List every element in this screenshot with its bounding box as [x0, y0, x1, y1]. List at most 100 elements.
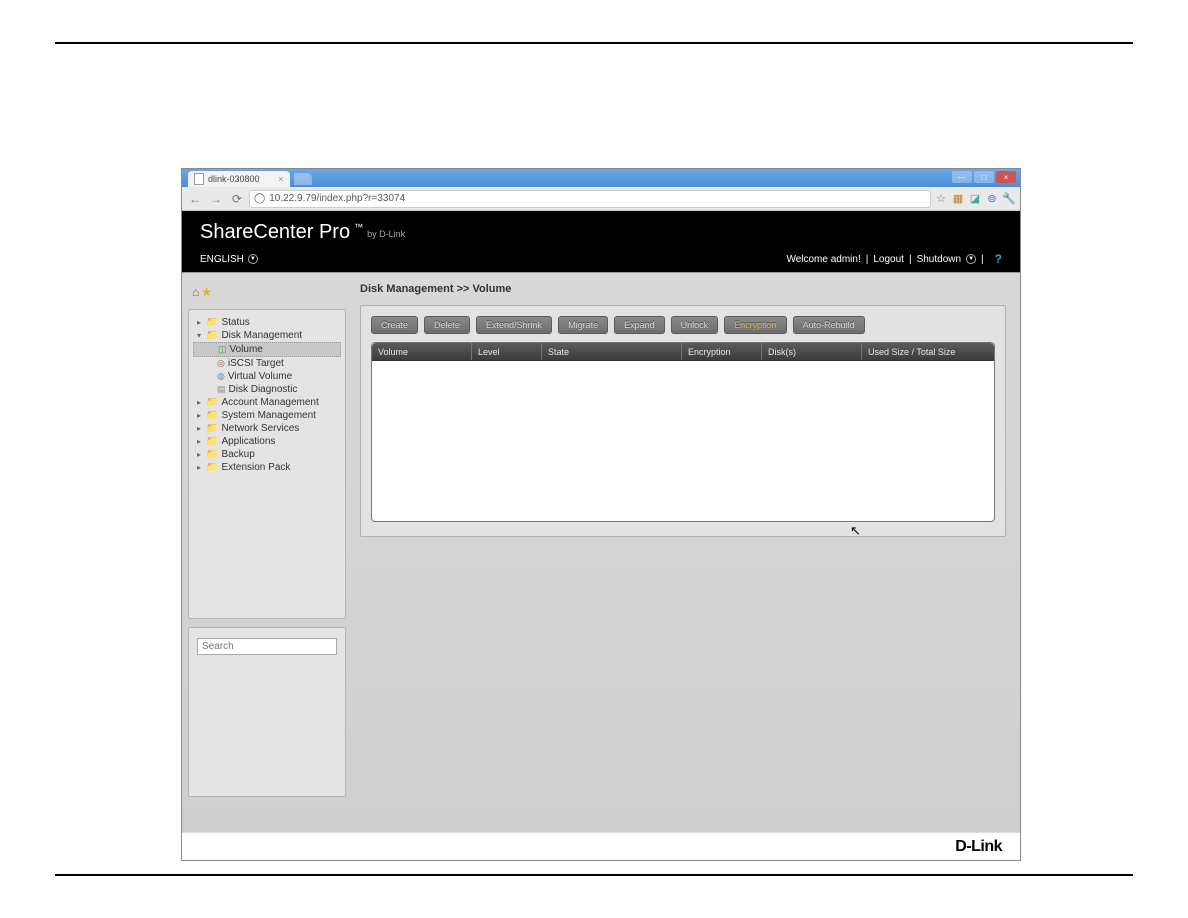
browser-tab[interactable]: dlink-030800 × [188, 171, 290, 187]
logo-text: ShareCenter Pro [200, 221, 350, 244]
minimize-button[interactable]: — [952, 171, 972, 183]
delete-button[interactable]: Delete [424, 316, 470, 334]
volume-panel: Create Delete Extend/Shrink Migrate Expand Un… [360, 305, 1006, 537]
target-icon: ◎ [217, 358, 225, 369]
tree-label: iSCSI Target [228, 358, 284, 369]
folder-icon: 📁 [206, 436, 218, 447]
url-text: 10.22.9.79/index.php?r=33074 [269, 193, 405, 204]
header-right: Welcome admin! | Logout | Shutdown ▼ | ? [786, 252, 1002, 266]
tree-label: Virtual Volume [228, 371, 292, 382]
nav-tree: ▸📁Status▾📁Disk Management◫Volume◎iSCSI T… [188, 309, 346, 619]
folder-icon: 📁 [206, 423, 218, 434]
tree-item-disk-diagnostic[interactable]: ▤Disk Diagnostic [193, 383, 341, 396]
expand-button[interactable]: Expand [614, 316, 665, 334]
page-rule-top [55, 42, 1133, 44]
dlink-logo: D-Link [955, 838, 1002, 856]
column-encryption[interactable]: Encryption [682, 343, 762, 360]
browser-window: dlink-030800 × — □ × ← → ⟳ ◯ 10.22.9.79/… [181, 168, 1021, 861]
tree-item-disk-management[interactable]: ▾📁Disk Management [193, 329, 341, 342]
breadcrumb: Disk Management >> Volume [360, 283, 1006, 295]
tree-label: Account Management [221, 397, 318, 408]
tab-close-icon[interactable]: × [278, 174, 283, 184]
sidebar: ⌂ ★ ▸📁Status▾📁Disk Management◫Volume◎iSC… [182, 273, 352, 832]
logo: ShareCenter Pro ™ by D-Link [200, 221, 1002, 244]
auto-rebuild-button[interactable]: Auto-Rebuild [793, 316, 865, 334]
footer: D-Link [182, 832, 1020, 860]
home-row: ⌂ ★ [188, 283, 346, 301]
search-input[interactable] [197, 638, 337, 655]
tree-label: Disk Management [221, 330, 302, 341]
shutdown-link[interactable]: Shutdown [917, 254, 961, 265]
reload-button[interactable]: ⟳ [228, 190, 246, 208]
column-volume[interactable]: Volume [372, 343, 472, 360]
tree-label: Network Services [221, 423, 299, 434]
language-selector[interactable]: ENGLISH ▼ [200, 254, 258, 265]
extension-icon-3[interactable]: ⊚ [985, 192, 999, 206]
folder-icon: 📁 [206, 397, 218, 408]
folder-icon: 📁 [206, 410, 218, 421]
home-icon[interactable]: ⌂ [192, 285, 199, 299]
toggle-icon: ▸ [195, 411, 203, 420]
tree-item-status[interactable]: ▸📁Status [193, 316, 341, 329]
tree-item-virtual-volume[interactable]: ◍Virtual Volume [193, 370, 341, 383]
separator: | [981, 254, 984, 265]
tree-label: Backup [221, 449, 254, 460]
help-icon[interactable]: ? [995, 252, 1002, 266]
column-used-size-total-size[interactable]: Used Size / Total Size [862, 343, 987, 360]
column-disk(s)[interactable]: Disk(s) [762, 343, 862, 360]
volume-grid: VolumeLevelStateEncryptionDisk(s)Used Si… [371, 342, 995, 522]
app-body: ⌂ ★ ▸📁Status▾📁Disk Management◫Volume◎iSC… [182, 272, 1020, 832]
diagnostic-icon: ▤ [217, 384, 226, 395]
tree-label: Extension Pack [221, 462, 290, 473]
folder-icon: 📁 [206, 330, 218, 341]
toggle-icon: ▸ [195, 463, 203, 472]
column-level[interactable]: Level [472, 343, 542, 360]
bookmark-star-icon[interactable]: ☆ [934, 192, 948, 206]
main-content: Disk Management >> Volume Create Delete Ex… [352, 273, 1020, 832]
unlock-button[interactable]: Unlock [671, 316, 719, 334]
extend-shrink-button[interactable]: Extend/Shrink [476, 316, 552, 334]
tree-item-network-services[interactable]: ▸📁Network Services [193, 422, 341, 435]
logout-link[interactable]: Logout [873, 254, 904, 265]
page-rule-bottom [55, 874, 1133, 876]
maximize-button[interactable]: □ [974, 171, 994, 183]
close-button[interactable]: × [996, 171, 1016, 183]
folder-icon: 📁 [206, 462, 218, 473]
tree-label: Status [221, 317, 249, 328]
welcome-text: Welcome admin! [786, 254, 860, 265]
separator: | [866, 254, 869, 265]
extension-icon-1[interactable]: ▦ [951, 192, 965, 206]
back-button[interactable]: ← [186, 190, 204, 208]
tab-title: dlink-030800 [208, 174, 260, 184]
tree-item-backup[interactable]: ▸📁Backup [193, 448, 341, 461]
cube-icon: ◫ [218, 344, 227, 355]
tree-label: Disk Diagnostic [229, 384, 298, 395]
tree-item-volume[interactable]: ◫Volume [193, 342, 341, 357]
logo-trademark: ™ [354, 222, 363, 232]
tree-label: Volume [230, 344, 263, 355]
wrench-icon[interactable]: 🔧 [1002, 192, 1016, 206]
create-button[interactable]: Create [371, 316, 418, 334]
grid-header: VolumeLevelStateEncryptionDisk(s)Used Si… [372, 343, 994, 361]
new-tab-button[interactable] [294, 173, 312, 185]
column-state[interactable]: State [542, 343, 682, 360]
tree-label: System Management [221, 410, 316, 421]
extension-icon-2[interactable]: ◪ [968, 192, 982, 206]
chevron-down-icon[interactable]: ▼ [966, 254, 976, 264]
tree-item-system-management[interactable]: ▸📁System Management [193, 409, 341, 422]
tree-item-applications[interactable]: ▸📁Applications [193, 435, 341, 448]
toggle-icon: ▸ [195, 450, 203, 459]
star-icon[interactable]: ★ [201, 285, 212, 299]
chrome-titlebar: dlink-030800 × — □ × [182, 169, 1020, 187]
separator: | [909, 254, 912, 265]
search-panel [188, 627, 346, 797]
migrate-button[interactable]: Migrate [558, 316, 608, 334]
forward-button[interactable]: → [207, 190, 225, 208]
action-toolbar: Create Delete Extend/Shrink Migrate Expand Un… [371, 316, 995, 334]
url-input[interactable]: ◯ 10.22.9.79/index.php?r=33074 [249, 190, 931, 208]
window-controls: — □ × [952, 171, 1016, 183]
tree-item-iscsi-target[interactable]: ◎iSCSI Target [193, 357, 341, 370]
tree-item-account-management[interactable]: ▸📁Account Management [193, 396, 341, 409]
encryption-button[interactable]: Encryption [724, 316, 787, 334]
tree-item-extension-pack[interactable]: ▸📁Extension Pack [193, 461, 341, 474]
